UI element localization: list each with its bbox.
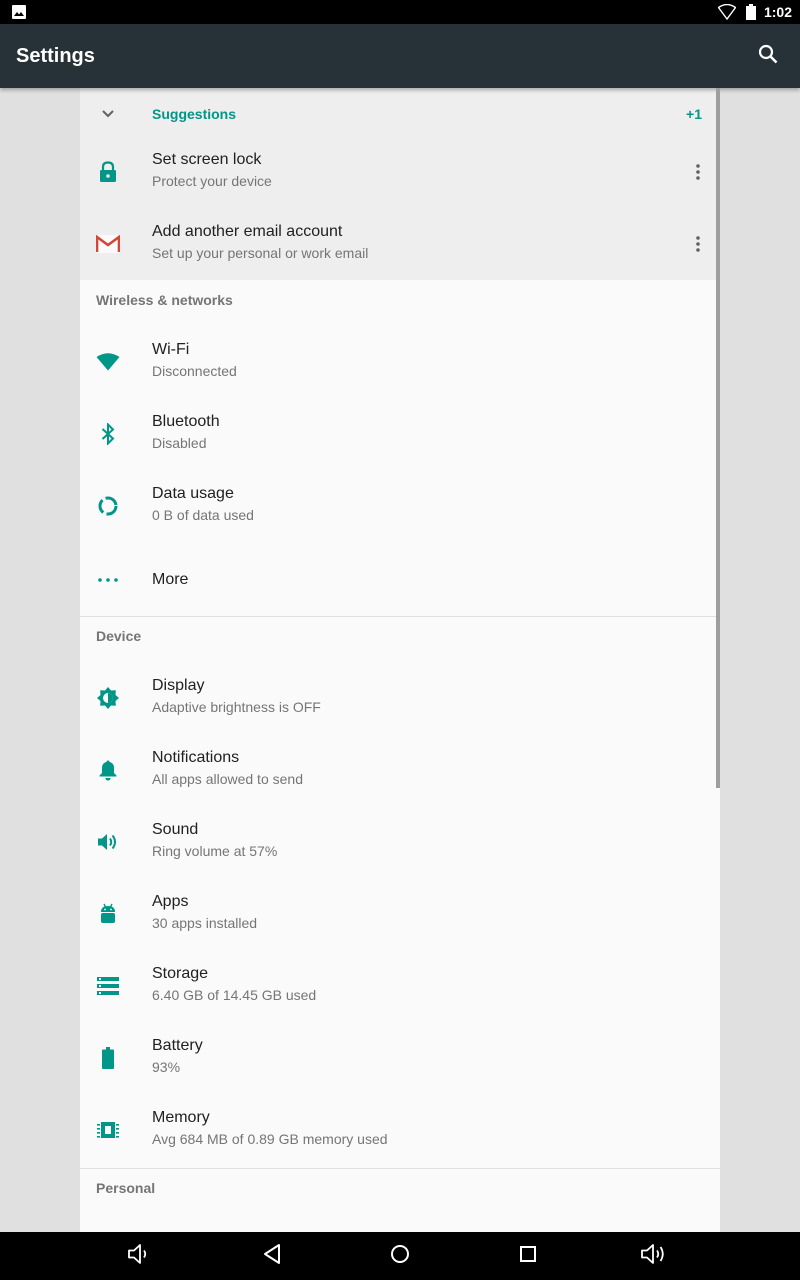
settings-item-summary: 30 apps installed [152,915,258,931]
settings-item-apps[interactable]: Apps 30 apps installed [80,878,720,950]
section-header-wireless: Wireless & networks [96,292,233,308]
battery-icon [96,1046,120,1070]
suggestion-title: Set screen lock [152,151,262,168]
storage-icon [96,974,120,998]
suggestion-summary: Set up your personal or work email [152,245,369,261]
overflow-menu-icon[interactable] [686,160,710,184]
volume-down-button[interactable] [126,1242,154,1270]
bluetooth-icon [96,422,120,446]
overflow-menu-icon[interactable] [686,232,710,256]
settings-item-memory[interactable]: Memory Avg 684 MB of 0.89 GB memory used [80,1094,720,1166]
settings-item-title: Apps [152,893,189,910]
status-bar: 1:02 [0,0,800,24]
settings-item-summary: All apps allowed to send [152,771,303,787]
volume-up-icon [640,1243,668,1270]
recents-button[interactable] [514,1242,542,1270]
settings-item-battery[interactable]: Battery 93% [80,1022,720,1094]
settings-item-summary: 0 B of data used [152,507,254,523]
back-button[interactable] [258,1242,286,1270]
home-icon [389,1243,411,1270]
settings-item-title: Wi-Fi [152,341,190,358]
settings-item-summary: 6.40 GB of 14.45 GB used [152,987,317,1003]
image-notification-icon [12,5,26,24]
settings-item-title: Notifications [152,749,240,766]
settings-item-summary: Ring volume at 57% [152,843,278,859]
divider [80,1168,720,1169]
navigation-bar [0,1232,800,1280]
android-icon [96,902,120,926]
settings-item-title: Bluetooth [152,413,220,430]
brightness-icon [96,686,120,710]
more-horiz-icon [96,568,120,592]
back-icon [262,1243,282,1270]
settings-item-title: Storage [152,965,209,982]
settings-item-title: Memory [152,1109,210,1126]
settings-item-display[interactable]: Display Adaptive brightness is OFF [80,662,720,734]
settings-item-summary: Adaptive brightness is OFF [152,699,321,715]
bell-icon [96,758,120,782]
suggestion-add-email-account[interactable]: Add another email account Set up your pe… [80,208,720,280]
data-usage-icon [96,494,120,518]
settings-item-notifications[interactable]: Notifications All apps allowed to send [80,734,720,806]
status-clock: 1:02 [763,4,792,20]
lock-icon [96,160,120,184]
divider [80,616,720,617]
settings-item-title: Sound [152,821,199,838]
settings-item-title: More [152,571,189,588]
app-bar: Settings [0,24,800,88]
settings-item-wifi[interactable]: Wi-Fi Disconnected [80,326,720,398]
settings-item-more[interactable]: More [80,544,720,616]
settings-item-summary: Disabled [152,435,207,451]
chevron-down-icon[interactable] [100,106,116,127]
suggestion-summary: Protect your device [152,173,272,189]
page-title: Settings [16,45,95,67]
volume-icon [96,830,120,854]
settings-list: Suggestions +1 Set screen lock Protect y… [80,88,720,1232]
settings-item-bluetooth[interactable]: Bluetooth Disabled [80,398,720,470]
recents-icon [518,1244,538,1269]
section-header-device: Device [96,628,142,644]
gmail-icon [96,232,120,256]
settings-item-summary: Disconnected [152,363,237,379]
search-icon [758,44,778,69]
battery-status-icon [746,4,756,25]
volume-down-icon [127,1243,153,1270]
suggestions-count: +1 [686,106,702,122]
settings-item-summary: 93% [152,1059,181,1075]
suggestion-title: Add another email account [152,223,343,240]
home-button[interactable] [386,1242,414,1270]
volume-up-button[interactable] [640,1242,668,1270]
memory-icon [96,1118,120,1142]
settings-item-title: Battery [152,1037,203,1054]
section-header-personal: Personal [96,1180,156,1196]
settings-item-storage[interactable]: Storage 6.40 GB of 14.45 GB used [80,950,720,1022]
settings-item-sound[interactable]: Sound Ring volume at 57% [80,806,720,878]
suggestions-label: Suggestions [152,106,237,122]
settings-item-data-usage[interactable]: Data usage 0 B of data used [80,470,720,542]
settings-item-title: Display [152,677,205,694]
scrollbar[interactable] [716,88,720,788]
suggestion-set-screen-lock[interactable]: Set screen lock Protect your device [80,136,720,208]
wifi-status-icon [717,3,737,25]
suggestions-card: Suggestions +1 Set screen lock Protect y… [80,88,720,280]
settings-item-title: Data usage [152,485,234,502]
wifi-icon [96,350,120,374]
search-button[interactable] [744,32,792,80]
suggestions-header[interactable]: Suggestions +1 [80,88,720,140]
settings-item-summary: Avg 684 MB of 0.89 GB memory used [152,1131,388,1147]
